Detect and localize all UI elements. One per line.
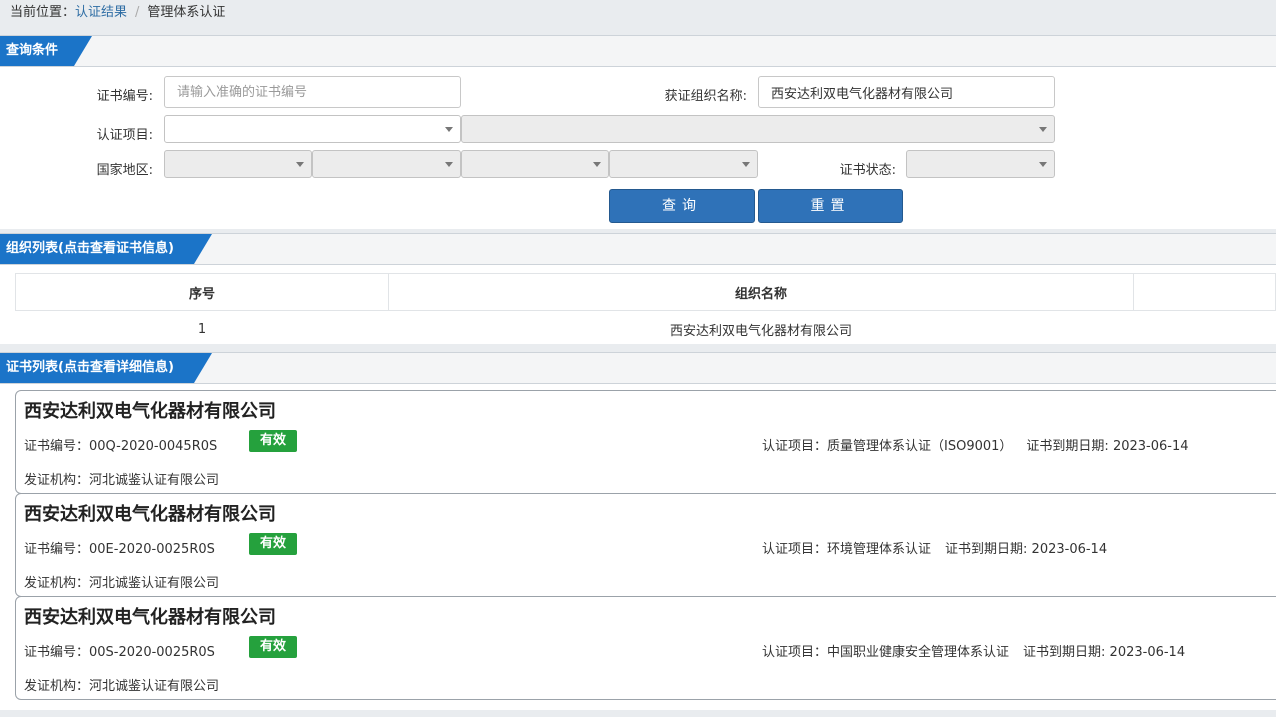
cert-list-panel: 证书列表(点击查看详细信息) 西安达利双电气化器材有限公司 证书编号：00Q-2… bbox=[0, 352, 1276, 710]
region-label: 国家地区: bbox=[96, 163, 153, 178]
cert-list-header: 证书列表(点击查看详细信息) bbox=[0, 353, 1276, 384]
cert-no-label: 证书编号: bbox=[96, 89, 153, 104]
status-badge: 有效 bbox=[249, 636, 297, 658]
cert-card[interactable]: 西安达利双电气化器材有限公司 证书编号：00Q-2020-0045R0S 有效 … bbox=[15, 390, 1276, 494]
org-row-name[interactable]: 西安达利双电气化器材有限公司 bbox=[389, 311, 1134, 349]
chevron-down-icon bbox=[296, 162, 304, 167]
issuer-line: 发证机构：河北诚鉴认证有限公司 bbox=[24, 572, 219, 591]
expire-label: 证书到期日期: bbox=[1023, 645, 1110, 660]
org-row-index: 1 bbox=[197, 322, 207, 337]
cert-no-label: 证书编号： bbox=[24, 439, 90, 454]
region-select-1[interactable] bbox=[164, 150, 312, 178]
chevron-down-icon bbox=[742, 162, 750, 167]
expire-label: 证书到期日期: bbox=[1026, 439, 1113, 454]
cert-no-value: 00S-2020-0025R0S bbox=[89, 645, 215, 660]
cert-no-line: 证书编号：00Q-2020-0045R0S bbox=[24, 435, 217, 454]
cert-no-label: 证书编号： bbox=[24, 645, 90, 660]
cert-no-line: 证书编号：00S-2020-0025R0S bbox=[24, 641, 215, 660]
col-name-header: 组织名称 bbox=[388, 273, 1134, 311]
cert-project-line: 认证项目：环境管理体系认证 证书到期日期: 2023-06-14 bbox=[762, 538, 1107, 557]
status-badge: 有效 bbox=[249, 430, 297, 452]
project-sub-select[interactable] bbox=[461, 115, 1055, 143]
issuer-value: 河北诚鉴认证有限公司 bbox=[89, 576, 220, 591]
org-list-panel: 组织列表(点击查看证书信息) 序号 组织名称 1 西安达利双电气化器材有限公司 bbox=[0, 233, 1276, 344]
issuer-line: 发证机构：河北诚鉴认证有限公司 bbox=[24, 675, 219, 694]
status-label: 证书状态: bbox=[839, 163, 896, 178]
issuer-label: 发证机构： bbox=[24, 679, 90, 694]
project-value: 环境管理体系认证 bbox=[827, 542, 932, 557]
reset-button[interactable]: 重置 bbox=[758, 189, 903, 223]
query-panel-header: 查询条件 bbox=[0, 36, 1276, 67]
query-panel-tab: 查询条件 bbox=[0, 36, 92, 66]
expire-label: 证书到期日期: bbox=[945, 542, 1032, 557]
col-index-header: 序号 bbox=[15, 273, 389, 311]
table-row[interactable]: 1 西安达利双电气化器材有限公司 bbox=[16, 311, 1276, 349]
region-select-4[interactable] bbox=[609, 150, 758, 178]
chevron-down-icon bbox=[445, 127, 453, 132]
expire-value: 2023-06-14 bbox=[1109, 645, 1186, 660]
breadcrumb-separator: / bbox=[135, 5, 140, 20]
breadcrumb-prefix: 当前位置： bbox=[10, 5, 76, 20]
cert-card[interactable]: 西安达利双电气化器材有限公司 证书编号：00E-2020-0025R0S 有效 … bbox=[15, 493, 1276, 597]
chevron-down-icon bbox=[445, 162, 453, 167]
cert-project-line: 认证项目：中国职业健康安全管理体系认证 证书到期日期: 2023-06-14 bbox=[762, 641, 1185, 660]
cert-card[interactable]: 西安达利双电气化器材有限公司 证书编号：00S-2020-0025R0S 有效 … bbox=[15, 596, 1276, 700]
col-extra-header bbox=[1133, 273, 1276, 311]
issuer-label: 发证机构： bbox=[24, 576, 90, 591]
breadcrumb-current: 管理体系认证 bbox=[147, 5, 226, 20]
project-label: 认证项目： bbox=[762, 645, 828, 660]
cert-no-line: 证书编号：00E-2020-0025R0S bbox=[24, 538, 215, 557]
org-list-header: 组织列表(点击查看证书信息) bbox=[0, 234, 1276, 265]
status-select[interactable] bbox=[906, 150, 1055, 178]
org-table: 序号 组织名称 1 西安达利双电气化器材有限公司 bbox=[15, 273, 1276, 348]
cert-project-line: 认证项目：质量管理体系认证（ISO9001） 证书到期日期: 2023-06-14 bbox=[762, 435, 1189, 454]
chevron-down-icon bbox=[1039, 162, 1047, 167]
issuer-label: 发证机构： bbox=[24, 473, 90, 488]
project-value: 中国职业健康安全管理体系认证 bbox=[827, 645, 1010, 660]
cert-no-value: 00Q-2020-0045R0S bbox=[89, 439, 218, 454]
query-panel: 查询条件 证书编号: 获证组织名称: 认证项目: 国家地区: 证书状态: 查询 … bbox=[0, 35, 1276, 229]
region-select-2[interactable] bbox=[312, 150, 461, 178]
project-label: 认证项目: bbox=[96, 128, 153, 143]
project-value: 质量管理体系认证（ISO9001） bbox=[827, 439, 1013, 454]
project-label: 认证项目： bbox=[762, 439, 828, 454]
status-badge: 有效 bbox=[249, 533, 297, 555]
issuer-value: 河北诚鉴认证有限公司 bbox=[89, 473, 220, 488]
cert-org-name: 西安达利双电气化器材有限公司 bbox=[24, 607, 276, 628]
breadcrumb: 当前位置：认证结果 / 管理体系认证 bbox=[0, 0, 1276, 26]
search-button[interactable]: 查询 bbox=[609, 189, 755, 223]
org-name-input[interactable] bbox=[758, 76, 1055, 108]
org-row-extra bbox=[1134, 311, 1276, 349]
chevron-down-icon bbox=[1039, 127, 1047, 132]
project-label: 认证项目： bbox=[762, 542, 828, 557]
org-list-tab: 组织列表(点击查看证书信息) bbox=[0, 234, 212, 264]
project-select[interactable] bbox=[164, 115, 461, 143]
cert-org-name: 西安达利双电气化器材有限公司 bbox=[24, 401, 276, 422]
org-table-header-row: 序号 组织名称 bbox=[15, 273, 1276, 311]
issuer-value: 河北诚鉴认证有限公司 bbox=[89, 679, 220, 694]
cert-no-input[interactable] bbox=[164, 76, 461, 108]
expire-value: 2023-06-14 bbox=[1031, 542, 1108, 557]
expire-value: 2023-06-14 bbox=[1112, 439, 1189, 454]
breadcrumb-link-results[interactable]: 认证结果 bbox=[75, 5, 127, 20]
org-name-label: 获证组织名称: bbox=[664, 89, 747, 104]
cert-no-label: 证书编号： bbox=[24, 542, 90, 557]
cert-org-name: 西安达利双电气化器材有限公司 bbox=[24, 504, 276, 525]
chevron-down-icon bbox=[593, 162, 601, 167]
cert-list-tab: 证书列表(点击查看详细信息) bbox=[0, 353, 212, 383]
cert-no-value: 00E-2020-0025R0S bbox=[89, 542, 215, 557]
region-select-3[interactable] bbox=[461, 150, 609, 178]
issuer-line: 发证机构：河北诚鉴认证有限公司 bbox=[24, 469, 219, 488]
